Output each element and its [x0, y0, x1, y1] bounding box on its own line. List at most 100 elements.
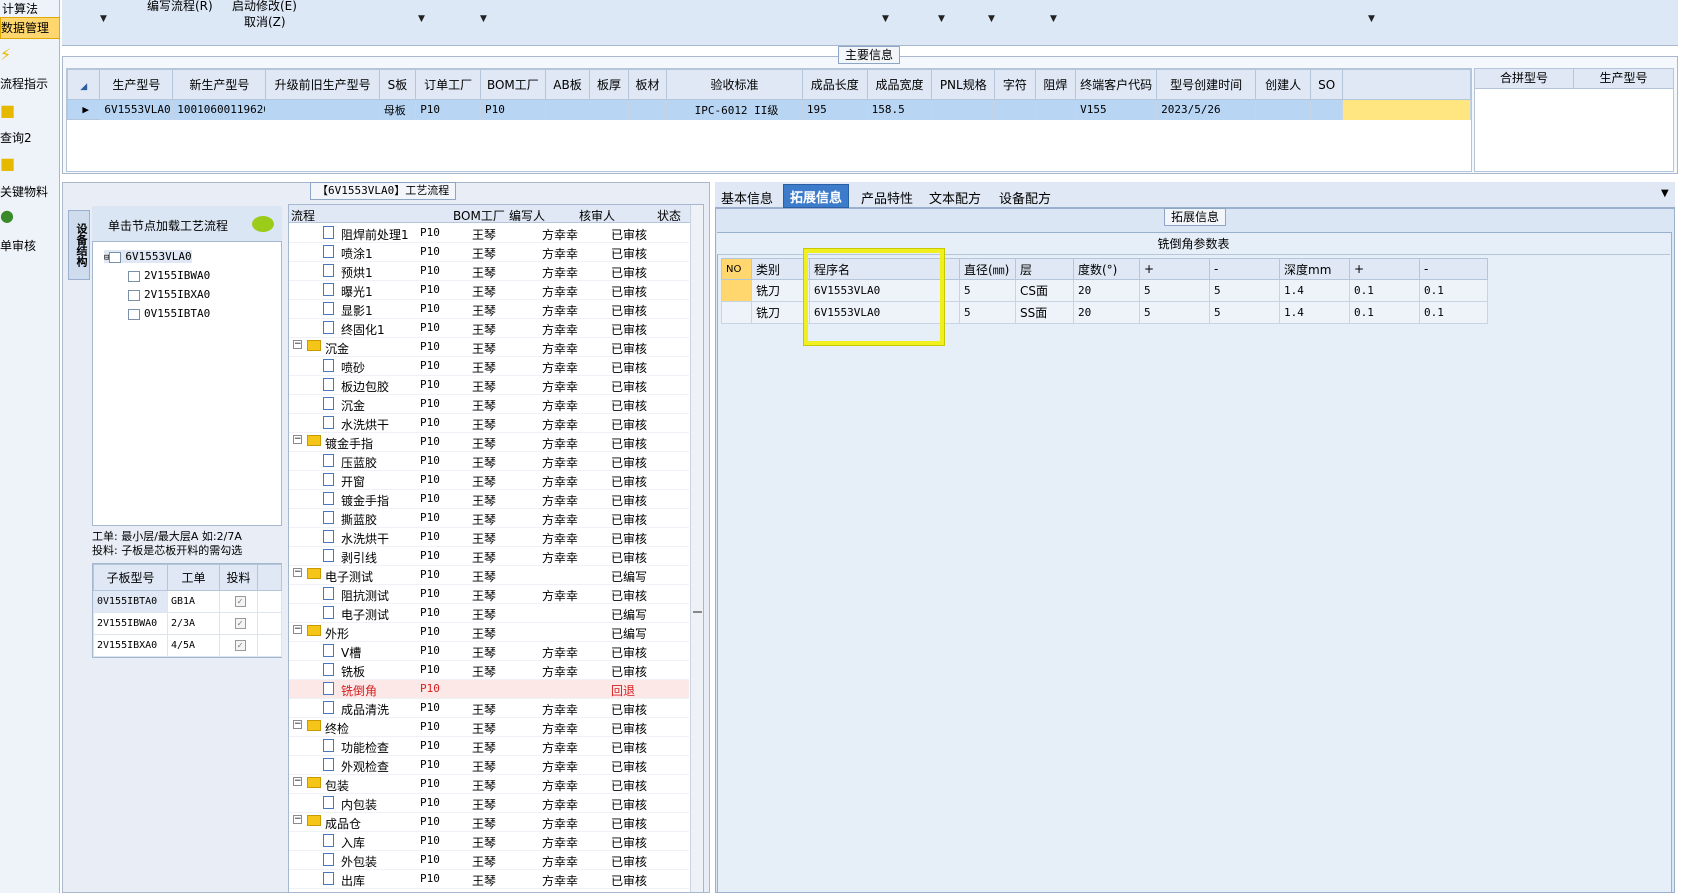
chevron-down-icon[interactable]: ▼ — [882, 14, 889, 24]
flow-row[interactable]: 喷砂 P10 王琴 方幸幸 已审核 — [289, 357, 689, 376]
tab-equipment-recipe[interactable]: 设备配方 — [993, 186, 1057, 209]
col-header[interactable]: 阻焊 — [1034, 69, 1077, 100]
flow-row[interactable]: 剥引线 P10 王琴 方幸幸 已审核 — [289, 547, 689, 566]
col-header[interactable]: 核审人 — [579, 207, 615, 224]
col-header[interactable]: 生产型号 — [1574, 69, 1673, 89]
cell[interactable]: CS面 — [1015, 279, 1074, 302]
col-header[interactable]: 层 — [1015, 258, 1074, 280]
tab-text-recipe[interactable]: 文本配方 — [923, 186, 987, 209]
cell[interactable]: 0.1 — [1349, 279, 1420, 302]
tab-basic-info[interactable]: 基本信息 — [715, 186, 779, 209]
cell[interactable]: 0V155IBTA0 — [93, 590, 168, 613]
nav-item-review[interactable]: 单审核 — [0, 237, 60, 253]
flow-row[interactable]: 铣倒角 P10 回退 — [289, 680, 689, 699]
flow-row[interactable]: 水洗烘干 P10 王琴 方幸幸 已审核 — [289, 528, 689, 547]
collapse-icon[interactable]: − — [293, 435, 302, 444]
tab-extended-info[interactable]: 拓展信息 — [783, 184, 850, 208]
flow-row[interactable]: − 成品仓 P10 王琴 方幸幸 已审核 — [289, 813, 689, 832]
chevron-down-icon[interactable]: ▼ — [1050, 14, 1057, 24]
col-header[interactable]: 型号创建时间 — [1156, 69, 1257, 100]
nav-item-flow[interactable]: 流程指示 — [0, 75, 60, 91]
table-row[interactable]: ▶ 6V1553VLA0 10010600119620 母板 P10 P10 I… — [66, 99, 1471, 120]
scroll-grip-icon[interactable] — [693, 611, 702, 613]
col-header[interactable]: 投料 — [219, 564, 258, 591]
col-header[interactable]: 成品长度 — [801, 69, 868, 100]
cell[interactable]: 2023/5/26 — [1156, 99, 1257, 120]
chevron-down-icon[interactable]: ▼ — [938, 14, 945, 24]
cell[interactable]: 158.5 — [867, 99, 933, 120]
flow-row[interactable]: 外观检查 P10 王琴 方幸幸 已审核 — [289, 756, 689, 775]
cell[interactable] — [265, 99, 380, 120]
cell[interactable]: 20 — [1073, 279, 1140, 302]
cell[interactable]: 铣刀 — [751, 301, 810, 324]
col-header[interactable]: 子板型号 — [93, 564, 168, 591]
flow-row[interactable]: 水洗烘干 P10 王琴 方幸幸 已审核 — [289, 414, 689, 433]
col-header[interactable]: 流程 — [291, 207, 315, 224]
col-header[interactable]: 成品宽度 — [866, 69, 933, 100]
edit-flow-button[interactable]: 编写流程(R) — [147, 0, 213, 14]
col-header[interactable]: 状态 — [657, 207, 681, 224]
cell[interactable]: 5 — [1209, 301, 1280, 324]
col-header[interactable]: 编写人 — [509, 207, 545, 224]
flow-row[interactable]: 曝光1 P10 王琴 方幸幸 已审核 — [289, 281, 689, 300]
col-header[interactable]: 升级前旧生产型号 — [265, 69, 380, 100]
feed-checkbox[interactable]: ✓ — [234, 618, 246, 629]
flow-row[interactable]: 电子测试 P10 王琴 已编写 — [289, 604, 689, 623]
col-header[interactable]: 新生产型号 — [172, 69, 267, 100]
tab-product-features[interactable]: 产品特性 — [855, 186, 919, 209]
table-row[interactable]: 0V155IBTA0 GB1A ✓ — [93, 590, 282, 613]
flow-row[interactable]: − 电子测试 P10 王琴 已编写 — [289, 566, 689, 585]
cell[interactable]: ✓ — [219, 634, 258, 657]
col-header[interactable]: 生产型号 — [99, 69, 174, 100]
cell[interactable]: P10 — [415, 99, 481, 120]
start-modify-button[interactable]: 启动修改(E) — [232, 0, 297, 14]
collapse-icon[interactable]: − — [293, 340, 302, 349]
col-header[interactable]: SO — [1309, 69, 1344, 100]
cell[interactable]: 5 — [959, 301, 1016, 324]
cell[interactable]: 5 — [1139, 301, 1210, 324]
col-header[interactable]: 度数(°) — [1073, 258, 1140, 280]
cell[interactable] — [1310, 99, 1344, 120]
cell[interactable] — [721, 279, 752, 302]
flow-row[interactable]: 开窗 P10 王琴 方幸幸 已审核 — [289, 471, 689, 490]
cell[interactable] — [589, 99, 629, 120]
flow-row[interactable]: 压蓝胶 P10 王琴 方幸幸 已审核 — [289, 452, 689, 471]
flow-row[interactable]: 功能检查 P10 王琴 方幸幸 已审核 — [289, 737, 689, 756]
cell[interactable]: 5 — [959, 279, 1016, 302]
flow-row[interactable]: 阻抗测试 P10 王琴 方幸幸 已审核 — [289, 585, 689, 604]
feed-checkbox[interactable]: ✓ — [234, 640, 246, 651]
col-header[interactable]: 板厚 — [589, 69, 629, 100]
flow-row[interactable]: 成品清洗 P10 王琴 方幸幸 已审核 — [289, 699, 689, 718]
flow-row[interactable]: 入库 P10 王琴 方幸幸 已审核 — [289, 832, 689, 851]
col-header[interactable]: - — [1419, 258, 1488, 280]
cell[interactable]: 2V155IBXA0 — [93, 634, 168, 657]
cell[interactable] — [1035, 99, 1077, 120]
cell[interactable]: ✓ — [219, 590, 258, 613]
chevron-down-icon[interactable]: ▼ — [988, 14, 995, 24]
col-header[interactable]: 类别 — [751, 258, 810, 280]
chevron-down-icon[interactable]: ▼ — [1368, 14, 1375, 24]
flow-row[interactable]: 内包装 P10 王琴 方幸幸 已审核 — [289, 794, 689, 813]
cell[interactable]: 母板 — [379, 99, 417, 120]
col-header[interactable]: BOM工厂 — [453, 207, 505, 224]
cell[interactable]: V155 — [1075, 99, 1158, 120]
cell[interactable] — [1255, 99, 1311, 120]
cell[interactable]: 铣刀 — [751, 279, 810, 302]
flow-row[interactable]: 显影1 P10 王琴 方幸幸 已审核 — [289, 300, 689, 319]
flow-row[interactable]: − 镀金手指 P10 王琴 方幸幸 已审核 — [289, 433, 689, 452]
col-header[interactable]: BOM工厂 — [479, 69, 546, 100]
collapse-icon[interactable]: − — [293, 815, 302, 824]
flow-row[interactable]: 阻焊前处理1 P10 王琴 方幸幸 已审核 — [289, 224, 689, 243]
cell[interactable]: 0.1 — [1419, 301, 1488, 324]
collapse-icon[interactable]: − — [293, 777, 302, 786]
flow-row[interactable]: V槽 P10 王琴 方幸幸 已审核 — [289, 642, 689, 661]
cell[interactable]: 5 — [1209, 279, 1280, 302]
cell[interactable]: 4/5A — [167, 634, 220, 657]
flow-row[interactable]: 预烘1 P10 王琴 方幸幸 已审核 — [289, 262, 689, 281]
flow-row[interactable]: − 包装 P10 王琴 方幸幸 已审核 — [289, 775, 689, 794]
cell[interactable] — [721, 301, 752, 324]
collapse-icon[interactable]: − — [293, 568, 302, 577]
col-header[interactable]: AB板 — [544, 69, 591, 100]
cell[interactable]: IPC-6012 II级 — [666, 99, 803, 120]
cell[interactable]: 5 — [1139, 279, 1210, 302]
